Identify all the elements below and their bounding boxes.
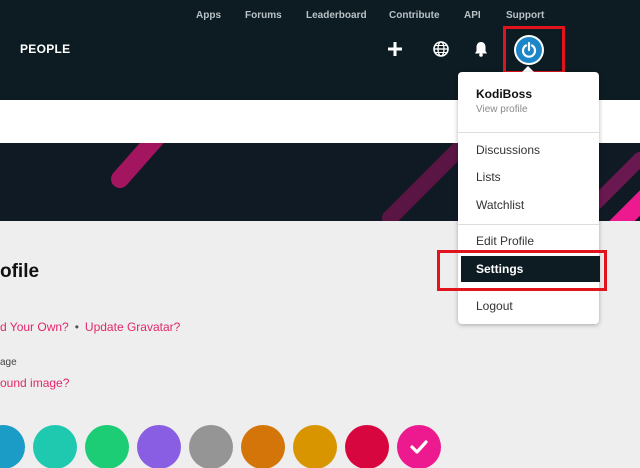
dropdown-divider bbox=[458, 288, 599, 289]
link-separator: • bbox=[74, 320, 79, 334]
dropdown-item-lists[interactable]: Lists bbox=[458, 169, 599, 185]
background-image-label: age bbox=[0, 357, 17, 368]
color-swatch[interactable] bbox=[189, 425, 233, 468]
color-swatch[interactable] bbox=[397, 425, 441, 468]
dropdown-item-settings[interactable]: Settings bbox=[461, 256, 600, 282]
nav-link-forums[interactable]: Forums bbox=[245, 10, 282, 21]
dropdown-divider bbox=[458, 224, 599, 225]
background-image-link[interactable]: ound image? bbox=[0, 376, 69, 390]
dropdown-item-watchlist[interactable]: Watchlist bbox=[458, 197, 599, 213]
user-dropdown-menu: KodiBoss View profile Discussions Lists … bbox=[458, 72, 600, 324]
plus-icon[interactable] bbox=[384, 38, 406, 60]
avatar-links: d Your Own? • Update Gravatar? bbox=[0, 320, 180, 334]
color-swatch[interactable] bbox=[241, 425, 285, 468]
profile-heading: ofile bbox=[0, 261, 40, 282]
nav-link-support[interactable]: Support bbox=[506, 10, 544, 21]
nav-link-apps[interactable]: Apps bbox=[196, 10, 221, 21]
dropdown-item-discussions[interactable]: Discussions bbox=[458, 142, 599, 158]
color-swatch[interactable] bbox=[85, 425, 129, 468]
color-swatch[interactable] bbox=[0, 425, 25, 468]
view-profile-link[interactable]: View profile bbox=[458, 102, 599, 118]
top-links: Apps Forums Leaderboard Contribute API S… bbox=[0, 10, 640, 24]
nav-link-contribute[interactable]: Contribute bbox=[389, 10, 440, 21]
globe-icon[interactable] bbox=[430, 38, 452, 60]
avatar[interactable] bbox=[514, 35, 544, 65]
dropdown-item-logout[interactable]: Logout bbox=[458, 298, 599, 314]
page-title: PEOPLE bbox=[20, 42, 71, 56]
color-swatch[interactable] bbox=[137, 425, 181, 468]
dropdown-divider bbox=[458, 132, 599, 133]
upload-avatar-link[interactable]: d Your Own? bbox=[0, 320, 69, 334]
color-swatch[interactable] bbox=[345, 425, 389, 468]
dropdown-username[interactable]: KodiBoss bbox=[458, 86, 599, 102]
update-gravatar-link[interactable]: Update Gravatar? bbox=[85, 320, 180, 334]
checkmark-icon bbox=[410, 440, 428, 454]
color-swatch[interactable] bbox=[293, 425, 337, 468]
power-icon bbox=[516, 37, 542, 63]
nav-link-leaderboard[interactable]: Leaderboard bbox=[306, 10, 367, 21]
dropdown-item-edit-profile[interactable]: Edit Profile bbox=[458, 233, 599, 249]
nav-link-api[interactable]: API bbox=[464, 10, 481, 21]
color-swatch[interactable] bbox=[33, 425, 77, 468]
bell-icon[interactable] bbox=[470, 38, 492, 60]
